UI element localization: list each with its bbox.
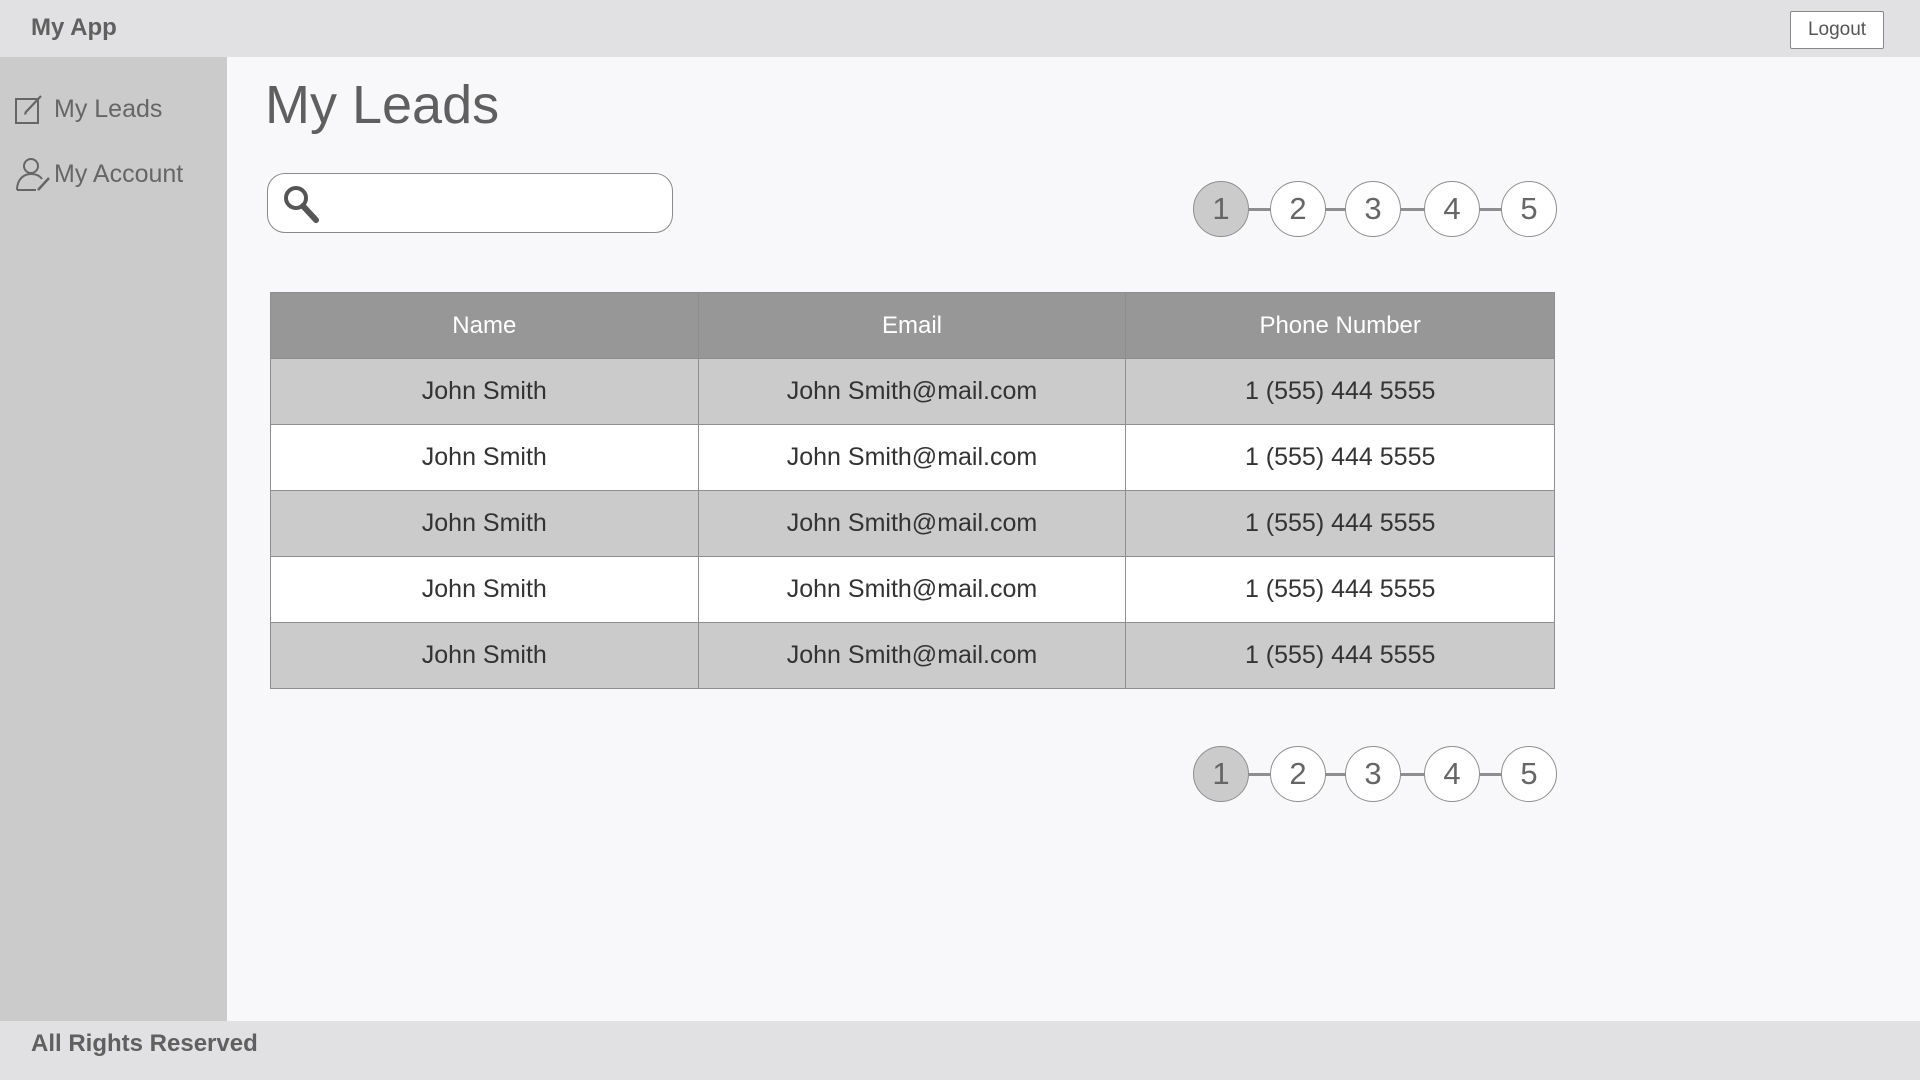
edit-icon: [14, 91, 54, 127]
leads-table: Name Email Phone Number John Smith John …: [270, 292, 1555, 689]
cell-email: John Smith@mail.com: [697, 622, 1127, 689]
page-button-1[interactable]: 1: [1193, 181, 1249, 237]
sidebar: [0, 57, 227, 1021]
sidebar-item-label: My Leads: [54, 94, 163, 123]
sidebar-item-my-account[interactable]: My Account: [14, 156, 224, 192]
page-button-1[interactable]: 1: [1193, 746, 1249, 802]
cell-phone: 1 (555) 444 5555: [1125, 622, 1555, 689]
app-footer: [0, 1021, 1920, 1080]
cell-phone: 1 (555) 444 5555: [1125, 358, 1555, 425]
cell-name: John Smith: [270, 490, 699, 557]
table-row[interactable]: John Smith John Smith@mail.com 1 (555) 4…: [270, 556, 1555, 623]
cell-email: John Smith@mail.com: [697, 490, 1127, 557]
sidebar-item-my-leads[interactable]: My Leads: [14, 91, 224, 127]
column-header-name[interactable]: Name: [270, 292, 699, 359]
table-row[interactable]: John Smith John Smith@mail.com 1 (555) 4…: [270, 622, 1555, 689]
user-edit-icon: [14, 156, 54, 192]
logout-button[interactable]: Logout: [1790, 11, 1884, 49]
page-button-5[interactable]: 5: [1501, 181, 1557, 237]
page-button-2[interactable]: 2: [1270, 181, 1326, 237]
app-title: My App: [31, 14, 117, 41]
table-row[interactable]: John Smith John Smith@mail.com 1 (555) 4…: [270, 358, 1555, 425]
cell-name: John Smith: [270, 556, 699, 623]
cell-name: John Smith: [270, 424, 699, 491]
search-icon[interactable]: [282, 184, 320, 224]
search-input[interactable]: [328, 182, 658, 224]
app-header: My App Logout: [0, 0, 1920, 57]
footer-text: All Rights Reserved: [31, 1030, 258, 1057]
cell-phone: 1 (555) 444 5555: [1125, 556, 1555, 623]
page-button-2[interactable]: 2: [1270, 746, 1326, 802]
page-button-4[interactable]: 4: [1424, 746, 1480, 802]
table-header-row: Name Email Phone Number: [270, 292, 1555, 359]
cell-phone: 1 (555) 444 5555: [1125, 424, 1555, 491]
page-title: My Leads: [265, 75, 500, 135]
pagination-bottom: 1 2 3 4 5: [1193, 746, 1557, 802]
page-button-3[interactable]: 3: [1345, 746, 1401, 802]
column-header-email[interactable]: Email: [697, 292, 1127, 359]
cell-email: John Smith@mail.com: [697, 424, 1127, 491]
page-button-4[interactable]: 4: [1424, 181, 1480, 237]
cell-name: John Smith: [270, 358, 699, 425]
table-row[interactable]: John Smith John Smith@mail.com 1 (555) 4…: [270, 424, 1555, 491]
cell-email: John Smith@mail.com: [697, 556, 1127, 623]
page-button-3[interactable]: 3: [1345, 181, 1401, 237]
table-row[interactable]: John Smith John Smith@mail.com 1 (555) 4…: [270, 490, 1555, 557]
cell-email: John Smith@mail.com: [697, 358, 1127, 425]
cell-phone: 1 (555) 444 5555: [1125, 490, 1555, 557]
cell-name: John Smith: [270, 622, 699, 689]
pagination-top: 1 2 3 4 5: [1193, 181, 1557, 237]
sidebar-item-label: My Account: [54, 159, 184, 188]
search-box[interactable]: [267, 173, 673, 233]
page-button-5[interactable]: 5: [1501, 746, 1557, 802]
column-header-phone[interactable]: Phone Number: [1125, 292, 1555, 359]
